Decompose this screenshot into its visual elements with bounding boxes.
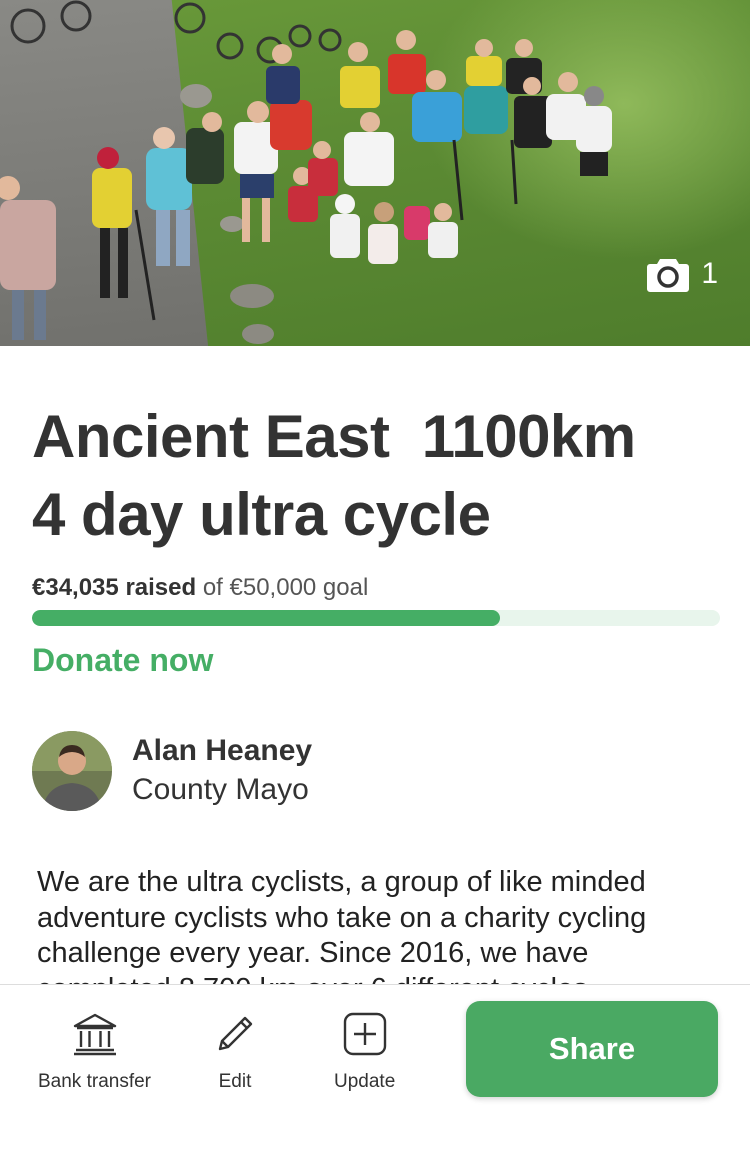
edit-button[interactable]: Edit — [212, 1011, 258, 1093]
add-update-icon — [343, 1012, 386, 1056]
progress-bar — [32, 610, 720, 626]
bank-transfer-label: Bank transfer — [38, 1071, 151, 1092]
raised-word: raised — [125, 574, 197, 601]
organizer-info: Alan Heaney County Mayo — [132, 732, 312, 810]
organizer-location: County Mayo — [132, 773, 309, 806]
update-label: Update — [334, 1071, 396, 1092]
pencil-icon — [218, 1016, 253, 1051]
raised-amount: €34,035 — [32, 574, 119, 601]
photo-count-badge[interactable]: 1 — [647, 256, 718, 292]
avatar[interactable] — [32, 731, 112, 811]
photo-count-label: 1 — [701, 257, 718, 290]
campaign-content: Ancient East 1100km 4 day ultra cycle €3… — [32, 346, 722, 985]
campaign-hero-photo[interactable]: 1 — [0, 0, 750, 346]
bottom-action-bar: Bank transfer Edit Update Share — [0, 984, 750, 1160]
progress-bar-fill — [32, 610, 500, 626]
organizer-photo — [32, 731, 112, 811]
update-button[interactable]: Update — [334, 1011, 395, 1093]
share-button[interactable]: Share — [466, 1001, 718, 1097]
goal-text: of €50,000 goal — [202, 574, 369, 601]
bank-transfer-button[interactable]: Bank transfer — [38, 1011, 151, 1093]
donate-now-link[interactable]: Donate now — [32, 642, 722, 679]
group-of-cyclists-illustration — [0, 0, 612, 344]
funds-raised-summary: €34,035 raised of €50,000 goal — [32, 574, 722, 602]
bank-icon — [73, 1013, 116, 1056]
organizer-name[interactable]: Alan Heaney — [132, 732, 312, 770]
organizer-card[interactable]: Alan Heaney County Mayo — [32, 731, 722, 811]
campaign-title: Ancient East 1100km 4 day ultra cycle — [32, 403, 636, 548]
campaign-story: We are the ultra cyclists, a group of li… — [37, 866, 647, 985]
edit-label: Edit — [218, 1071, 252, 1092]
camera-icon — [647, 259, 690, 292]
